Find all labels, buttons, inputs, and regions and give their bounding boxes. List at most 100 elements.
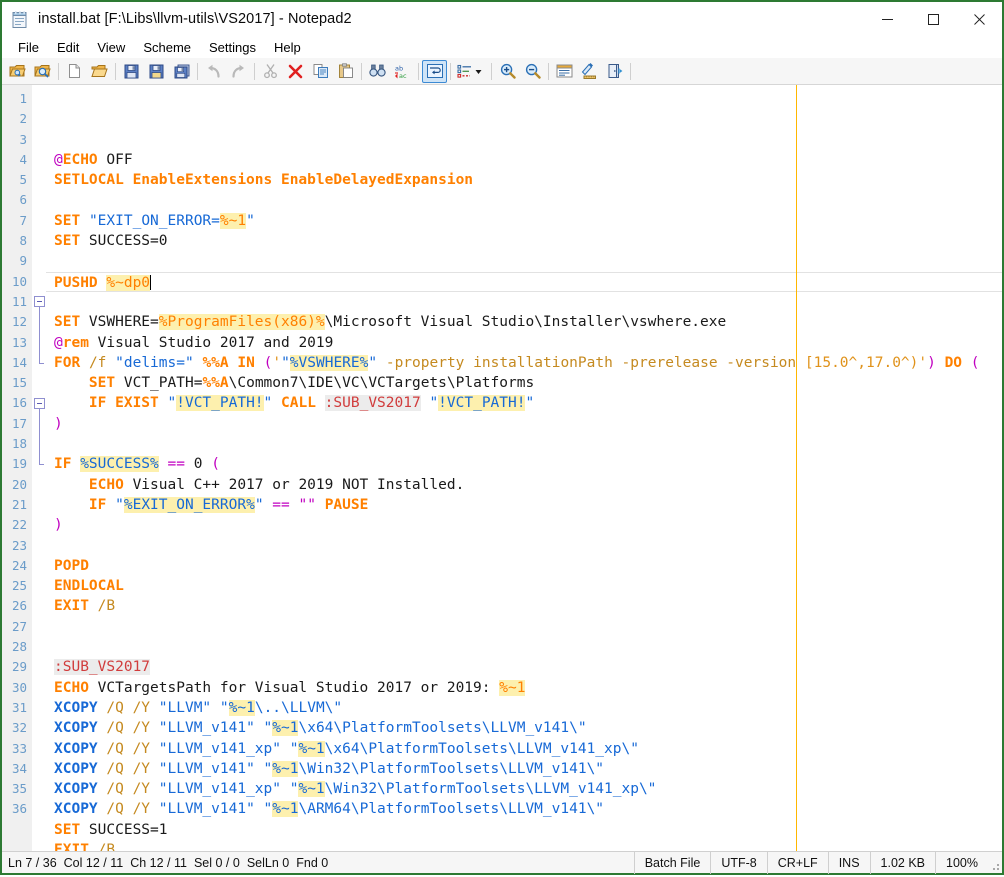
code-line[interactable]: ECHO VCTargetsPath for Visual Studio 201… xyxy=(46,678,1002,698)
delete-button[interactable] xyxy=(283,60,308,83)
toolbar-separator xyxy=(450,62,451,80)
code-line[interactable]: SET SUCCESS=0 xyxy=(46,231,1002,251)
code-line[interactable]: EXIT /B xyxy=(46,596,1002,616)
code-line[interactable]: @ECHO OFF xyxy=(46,150,1002,170)
zoom-level-cell[interactable]: 100% xyxy=(935,851,988,874)
code-line[interactable]: SETLOCAL EnableExtensions EnableDelayedE… xyxy=(46,170,1002,190)
scheme-select-button[interactable] xyxy=(454,60,488,83)
new-window-button[interactable] xyxy=(5,60,30,83)
open-file-button[interactable] xyxy=(87,60,112,83)
code-token: XCOPY xyxy=(54,720,98,737)
code-token: SETLOCAL EnableExtensions EnableDelayedE… xyxy=(54,172,474,189)
code-line[interactable]: SET VSWHERE=%ProgramFiles(x86)%\Microsof… xyxy=(46,312,1002,332)
find-button[interactable] xyxy=(365,60,390,83)
menu-item-file[interactable]: File xyxy=(9,38,48,57)
code-line[interactable]: POPD xyxy=(46,556,1002,576)
save-as-button[interactable] xyxy=(144,60,169,83)
code-token: " xyxy=(263,760,273,777)
code-line[interactable] xyxy=(46,190,1002,210)
code-token: XCOPY xyxy=(54,781,98,798)
encoding-cell[interactable]: UTF-8 xyxy=(710,851,766,874)
code-line[interactable] xyxy=(46,637,1002,657)
code-line[interactable] xyxy=(46,292,1002,312)
code-line[interactable]: ENDLOCAL xyxy=(46,576,1002,596)
zoom-in-button[interactable] xyxy=(495,60,520,83)
menu-item-help[interactable]: Help xyxy=(265,38,310,57)
code-token: %~1 xyxy=(272,760,299,777)
minimize-icon[interactable] xyxy=(864,2,910,36)
code-token: :SUB_VS2017 xyxy=(324,395,421,412)
fold-marker-row xyxy=(32,698,46,718)
paste-button[interactable] xyxy=(333,60,358,83)
undo-button[interactable] xyxy=(201,60,226,83)
long-line-marker xyxy=(796,85,797,851)
code-folding-margin[interactable] xyxy=(32,85,46,851)
code-line[interactable] xyxy=(46,617,1002,637)
code-line[interactable]: XCOPY /Q /Y "LLVM_v141" "%~1\ARM64\Platf… xyxy=(46,799,1002,819)
code-line[interactable]: SET SUCCESS=1 xyxy=(46,820,1002,840)
menu-item-settings[interactable]: Settings xyxy=(200,38,265,57)
menu-bar: File Edit View Scheme Settings Help xyxy=(2,36,1002,58)
code-line[interactable]: :SUB_VS2017 xyxy=(46,657,1002,677)
code-line[interactable]: @rem Visual Studio 2017 and 2019 xyxy=(46,333,1002,353)
close-icon[interactable] xyxy=(956,2,1002,36)
text-caret xyxy=(150,274,152,290)
code-line-current[interactable]: PUSHD %~dp0 xyxy=(46,271,1002,292)
status-char-pos: Ch 12 / 11 xyxy=(130,855,187,870)
code-line[interactable] xyxy=(46,434,1002,454)
redo-button[interactable] xyxy=(226,60,251,83)
resize-grip-icon[interactable] xyxy=(988,852,1002,874)
code-line[interactable]: XCOPY /Q /Y "LLVM_v141" "%~1\x64\Platfor… xyxy=(46,718,1002,738)
exit-button[interactable] xyxy=(602,60,627,83)
code-token: " xyxy=(263,801,273,818)
code-line[interactable]: XCOPY /Q /Y "LLVM_v141_xp" "%~1\x64\Plat… xyxy=(46,739,1002,759)
insert-mode-cell[interactable]: INS xyxy=(827,851,870,874)
code-line[interactable]: ECHO Visual C++ 2017 or 2019 NOT Install… xyxy=(46,475,1002,495)
new-file-button[interactable] xyxy=(62,60,87,83)
replace-button[interactable]: ab ac xyxy=(390,60,415,83)
file-properties-button[interactable] xyxy=(552,60,577,83)
zoom-out-button[interactable] xyxy=(520,60,545,83)
menu-item-scheme[interactable]: Scheme xyxy=(134,38,200,57)
code-line[interactable]: XCOPY /Q /Y "LLVM_v141_xp" "%~1\Win32\Pl… xyxy=(46,779,1002,799)
code-line[interactable] xyxy=(46,251,1002,271)
code-line[interactable]: EXIT /B xyxy=(46,840,1002,851)
fold-collapse-icon[interactable] xyxy=(34,296,45,308)
code-line[interactable]: FOR /f "delims=" %%A IN ('"%VSWHERE%" -p… xyxy=(46,353,1002,373)
save-button[interactable] xyxy=(119,60,144,83)
code-token: rem xyxy=(62,334,89,351)
menu-item-view[interactable]: View xyxy=(88,38,134,57)
fold-collapse-icon[interactable] xyxy=(34,397,45,409)
editor-area[interactable]: 1 2 3 4 5 6 7 8 9 10 11 12 13 14 15 16 17 18 19 20 21 22 23 24 2… xyxy=(2,85,1002,851)
code-line[interactable] xyxy=(46,536,1002,556)
file-size-cell[interactable]: 1.02 KB xyxy=(869,851,935,874)
line-number: 5 xyxy=(19,172,27,188)
cut-button[interactable] xyxy=(258,60,283,83)
code-line[interactable]: SET "EXIT_ON_ERROR=%~1" xyxy=(46,211,1002,231)
browse-file-button[interactable] xyxy=(30,60,55,83)
save-copy-button[interactable] xyxy=(169,60,194,83)
eol-mode-cell[interactable]: CR+LF xyxy=(766,851,828,874)
code-line[interactable]: IF EXIST "!VCT_PATH!" CALL :SUB_VS2017 "… xyxy=(46,393,1002,413)
code-line[interactable]: ) xyxy=(46,515,1002,535)
code-token: /Q /Y xyxy=(106,740,151,757)
menu-item-edit[interactable]: Edit xyxy=(48,38,88,57)
edit-scheme-button[interactable] xyxy=(577,60,602,83)
code-content[interactable]: @ECHO OFF SETLOCAL EnableExtensions Enabl… xyxy=(46,85,1002,851)
code-line[interactable]: IF %SUCCESS% == 0 ( xyxy=(46,454,1002,474)
word-wrap-button[interactable] xyxy=(422,59,447,83)
copy-button[interactable] xyxy=(308,60,333,83)
code-token: "EXIT_ON_ERROR= xyxy=(88,212,220,229)
code-line[interactable]: XCOPY /Q /Y "LLVM_v141" "%~1\Win32\Platf… xyxy=(46,759,1002,779)
line-number: 34 xyxy=(11,760,27,776)
code-line[interactable]: ) xyxy=(46,414,1002,434)
code-line[interactable]: XCOPY /Q /Y "LLVM" "%~1\..\LLVM\" xyxy=(46,698,1002,718)
fold-marker-row[interactable] xyxy=(32,393,46,415)
lexer-cell[interactable]: Batch File xyxy=(633,851,711,874)
fold-marker-row[interactable] xyxy=(32,292,46,314)
code-line[interactable]: IF "%EXIT_ON_ERROR%" == "" PAUSE xyxy=(46,495,1002,515)
toolbar-separator xyxy=(58,62,59,80)
code-line[interactable]: SET VCT_PATH=%%A\Common7\IDE\VC\VCTarget… xyxy=(46,373,1002,393)
maximize-icon[interactable] xyxy=(910,2,956,36)
